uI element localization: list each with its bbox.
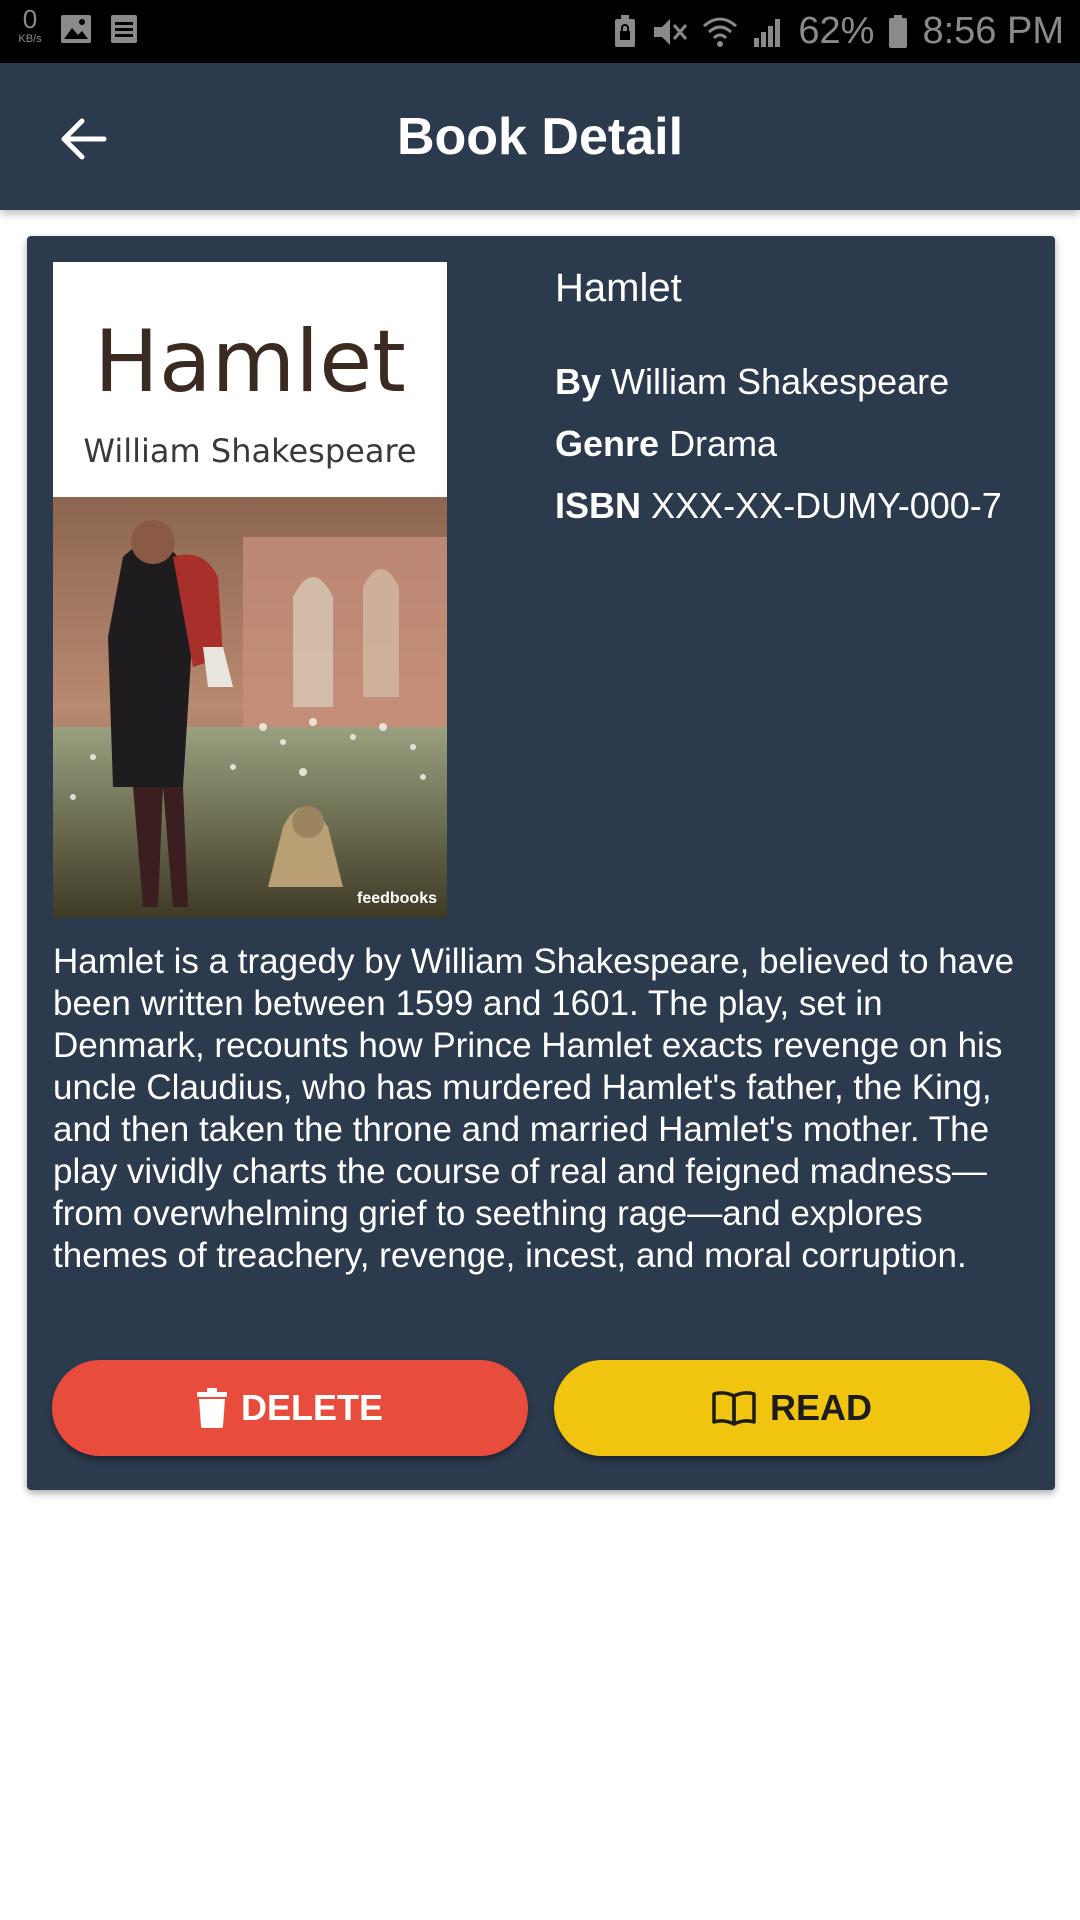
cover-title: Hamlet [94, 312, 406, 412]
isbn-label: ISBN [555, 485, 642, 526]
status-right: 62% 8:56 PM [612, 0, 1064, 63]
book-info: Hamlet By William Shakespeare Genre Dram… [555, 266, 1035, 547]
author-row: By William Shakespeare [555, 361, 1035, 403]
book-description: Hamlet is a tragedy by William Shakespea… [53, 942, 1015, 1275]
book-detail-card: Hamlet William Shakespeare feedbooks Ham… [27, 236, 1055, 1490]
wifi-icon [702, 16, 738, 48]
app-bar: Book Detail [0, 63, 1080, 210]
delete-button[interactable]: DELETE [52, 1360, 528, 1456]
author-value: William Shakespeare [611, 361, 950, 402]
cover-illustration [53, 497, 447, 918]
lock-battery-icon [612, 14, 638, 49]
publisher-logo: feedbooks [356, 890, 437, 907]
cover-author: William Shakespeare [83, 432, 417, 470]
list-icon [110, 14, 138, 44]
network-speed: 0 KB/s [10, 6, 50, 45]
genre-row: Genre Drama [555, 423, 1035, 465]
network-speed-value: 0 [22, 4, 38, 34]
genre-label: Genre [555, 423, 660, 464]
read-label: READ [769, 1387, 872, 1428]
notification-icons [60, 14, 138, 44]
read-button[interactable]: READ [554, 1360, 1030, 1456]
mute-icon [652, 15, 688, 49]
signal-icon [752, 16, 784, 48]
open-book-icon [712, 1391, 756, 1426]
clock: 8:56 PM [922, 10, 1064, 52]
image-icon [60, 14, 92, 44]
battery-percent: 62% [798, 10, 875, 52]
book-cover: Hamlet William Shakespeare feedbooks [53, 262, 447, 918]
isbn-value: XXX-XX-DUMY-000-7 [651, 485, 1002, 526]
network-speed-unit: KB/s [18, 33, 42, 45]
isbn-row: ISBN XXX-XX-DUMY-000-7 [555, 485, 1035, 527]
delete-label: DELETE [240, 1387, 383, 1428]
page-title: Book Detail [396, 107, 684, 166]
book-title: Hamlet [555, 266, 682, 310]
author-label: By [555, 361, 602, 402]
cover-header: Hamlet William Shakespeare [53, 262, 447, 497]
trash-icon [196, 1388, 227, 1428]
status-bar: 0 KB/s 62% 8:56 PM [0, 0, 1080, 63]
genre-value: Drama [669, 423, 778, 464]
battery-icon [888, 14, 908, 49]
